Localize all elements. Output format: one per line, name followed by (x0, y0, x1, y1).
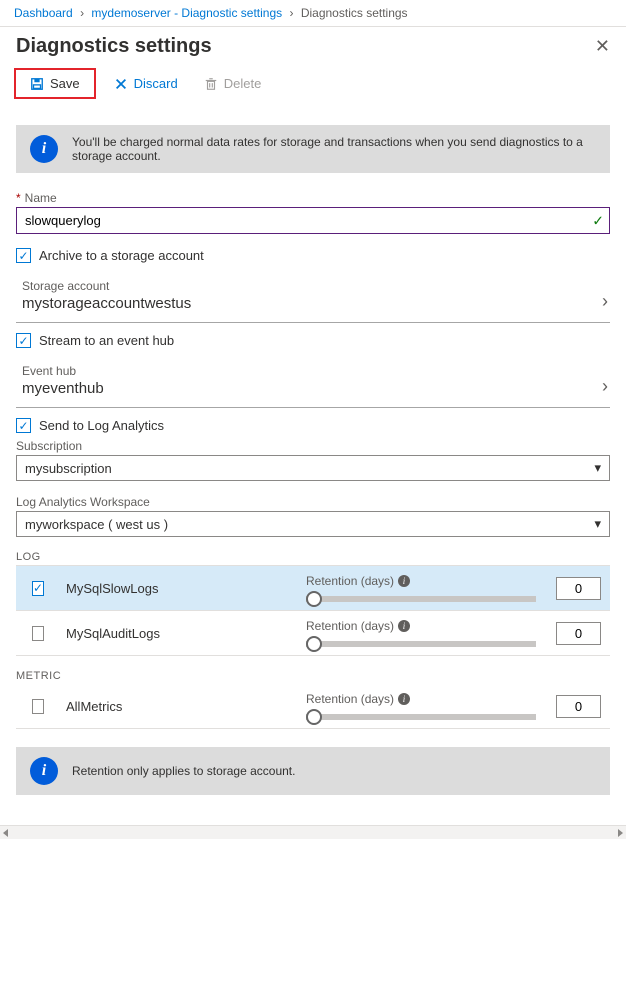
slider-thumb[interactable] (306, 591, 322, 607)
subscription-value: mysubscription (25, 461, 112, 476)
chevron-right-icon: › (602, 376, 610, 397)
log-name: MySqlSlowLogs (66, 581, 296, 596)
loganalytics-label: Send to Log Analytics (39, 418, 164, 433)
eventhub-picker[interactable]: Event hub myeventhub › (22, 360, 610, 401)
eventhub-picker-label: Event hub (22, 364, 104, 378)
delete-label: Delete (224, 76, 262, 91)
page-title: Diagnostics settings (16, 35, 212, 58)
slider-thumb[interactable] (306, 636, 322, 652)
workspace-value: myworkspace ( west us ) (25, 517, 168, 532)
subscription-label: Subscription (16, 439, 610, 453)
metric-section-title: METRIC (16, 670, 610, 682)
save-icon (30, 77, 44, 91)
eventhub-checkbox[interactable]: ✓ (16, 333, 31, 348)
discard-label: Discard (134, 76, 178, 91)
breadcrumb-current: Diagnostics settings (301, 6, 408, 20)
discard-button[interactable]: Discard (106, 72, 186, 95)
breadcrumb-server[interactable]: mydemoserver - Diagnostic settings (91, 6, 282, 20)
metric-checkbox-allmetrics[interactable]: ✓ (32, 699, 44, 714)
storage-account-value: mystorageaccountwestus (22, 295, 191, 312)
trash-icon (204, 77, 218, 91)
name-label: *Name (16, 191, 610, 205)
delete-button[interactable]: Delete (196, 72, 270, 95)
log-checkbox-auditlogs[interactable]: ✓ (32, 626, 44, 641)
check-icon: ✓ (592, 212, 604, 229)
chevron-right-icon: › (602, 291, 610, 312)
chevron-down-icon: ▾ (594, 460, 601, 476)
footer-info-banner: i Retention only applies to storage acco… (16, 747, 610, 795)
log-name: MySqlAuditLogs (66, 626, 296, 641)
save-button[interactable]: Save (22, 72, 88, 95)
info-text: You'll be charged normal data rates for … (72, 135, 596, 163)
log-section-title: LOG (16, 551, 610, 563)
required-star-icon: * (16, 191, 21, 205)
log-row: ✓ MySqlSlowLogs Retention (days) i (16, 565, 610, 611)
eventhub-picker-value: myeventhub (22, 380, 104, 397)
retention-days-input[interactable] (556, 622, 601, 645)
breadcrumb: Dashboard › mydemoserver - Diagnostic se… (0, 0, 626, 27)
workspace-select[interactable]: myworkspace ( west us ) ▾ (16, 511, 610, 537)
info-icon: i (30, 135, 58, 163)
retention-slider[interactable] (306, 714, 536, 720)
slider-thumb[interactable] (306, 709, 322, 725)
metric-name: AllMetrics (66, 699, 296, 714)
archive-label: Archive to a storage account (39, 248, 204, 263)
info-icon: i (30, 757, 58, 785)
info-banner: i You'll be charged normal data rates fo… (16, 125, 610, 173)
info-help-icon[interactable]: i (398, 620, 410, 632)
info-help-icon[interactable]: i (398, 575, 410, 587)
save-label: Save (50, 76, 80, 91)
discard-icon (114, 77, 128, 91)
chevron-right-icon: › (289, 6, 293, 20)
chevron-right-icon: › (80, 6, 84, 20)
retention-days-input[interactable] (556, 695, 601, 718)
retention-slider[interactable] (306, 641, 536, 647)
eventhub-label: Stream to an event hub (39, 333, 174, 348)
retention-label: Retention (days) (306, 619, 394, 633)
name-input[interactable] (16, 207, 610, 234)
breadcrumb-dashboard[interactable]: Dashboard (14, 6, 73, 20)
log-checkbox-slowlogs[interactable]: ✓ (32, 581, 44, 596)
retention-slider[interactable] (306, 596, 536, 602)
close-icon[interactable]: ✕ (595, 36, 610, 57)
retention-label: Retention (days) (306, 574, 394, 588)
info-help-icon[interactable]: i (398, 693, 410, 705)
log-row: ✓ MySqlAuditLogs Retention (days) i (16, 611, 610, 656)
archive-checkbox[interactable]: ✓ (16, 248, 31, 263)
loganalytics-checkbox[interactable]: ✓ (16, 418, 31, 433)
footer-info-text: Retention only applies to storage accoun… (72, 764, 295, 778)
horizontal-scrollbar[interactable] (0, 825, 626, 839)
toolbar: Save Discard Delete (0, 62, 626, 109)
subscription-select[interactable]: mysubscription ▾ (16, 455, 610, 481)
workspace-label: Log Analytics Workspace (16, 495, 610, 509)
metric-row: ✓ AllMetrics Retention (days) i (16, 684, 610, 729)
retention-days-input[interactable] (556, 577, 601, 600)
storage-account-picker[interactable]: Storage account mystorageaccountwestus › (22, 275, 610, 316)
retention-label: Retention (days) (306, 692, 394, 706)
chevron-down-icon: ▾ (594, 516, 601, 532)
storage-account-label: Storage account (22, 279, 191, 293)
